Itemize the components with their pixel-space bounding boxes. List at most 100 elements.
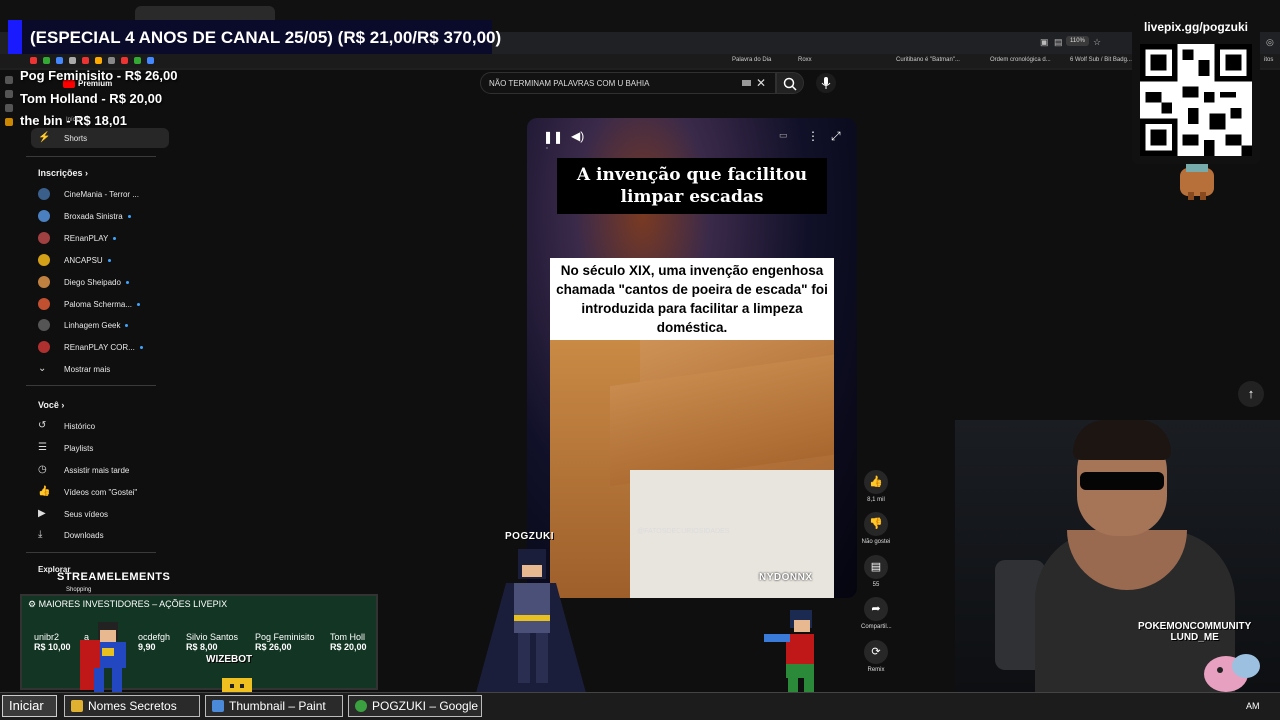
sidebar-item-subscription[interactable]: Linhagem Geek <box>38 317 129 333</box>
profile-icon[interactable]: ◎ <box>1266 37 1276 47</box>
comment-count: 55 <box>872 582 880 588</box>
pause-icon[interactable]: ❚❚ <box>543 130 563 144</box>
sidebar-item-subscription[interactable]: Broxada Sinistra <box>38 208 131 224</box>
bookmark-star-icon[interactable]: ☆ <box>1093 37 1103 47</box>
captions-icon[interactable]: ▭ <box>779 130 788 141</box>
sidebar-item-home[interactable]: Início <box>66 112 80 128</box>
channel-name: Paloma Scherma... <box>64 299 133 309</box>
fullscreen-icon[interactable]: ⤢ <box>831 129 841 144</box>
investor-amount: R$ 8,00 <box>186 642 218 652</box>
streamelements-label: STREAMELEMENTS <box>57 571 171 583</box>
bookmark-icon[interactable] <box>95 57 102 64</box>
sidebar-item-subscription[interactable]: REnanPLAY <box>38 230 117 246</box>
bookmark-icon[interactable] <box>108 57 115 64</box>
divider <box>26 156 156 157</box>
sidebar-item-subscription[interactable]: Diego Sheipado <box>38 274 129 290</box>
extension-icon[interactable]: ▣ <box>1040 37 1050 47</box>
bookmark-icon[interactable] <box>69 57 76 64</box>
investor-entry: Silvio Santos R$ 8,00 <box>186 632 238 652</box>
downloads-label: Downloads <box>64 530 104 540</box>
thumbs-up-icon: 👍 <box>38 486 51 497</box>
bookmark-itos[interactable]: itos <box>1264 57 1273 63</box>
sidebar-item-subscription[interactable]: CineMania - Terror ... <box>38 186 139 202</box>
video-caption-card: No século XIX, uma invenção engenhosa ch… <box>550 258 834 340</box>
bookmark-icon[interactable] <box>56 57 63 64</box>
channel-avatar <box>38 276 50 288</box>
share-label: Compartil... <box>861 624 892 630</box>
search-button[interactable] <box>776 72 804 94</box>
comments-button[interactable]: ▤ 55 <box>861 555 891 588</box>
taskbar-item-label: Nomes Secretos <box>88 699 177 713</box>
sidebar-item-watch-later[interactable]: ◷ Assistir mais tarde <box>38 462 129 478</box>
subscriptions-header[interactable]: Inscrições › <box>38 168 88 178</box>
taskbar-item-nomes-secretos[interactable]: Nomes Secretos <box>64 695 200 717</box>
video-icon: ▶ <box>38 508 46 519</box>
liked-label: Vídeos com "Gostei" <box>64 487 138 497</box>
sidebar-item-liked[interactable]: 👍 Vídeos com "Gostei" <box>38 484 137 500</box>
microphone-icon <box>821 77 831 89</box>
donor-line: Pog Feminisito - R$ 26,00 <box>20 68 178 83</box>
chevron-right-icon: › <box>61 400 65 410</box>
bookmark-wolf-sub[interactable]: 6 Wolf Sub / Bit Badg... <box>1070 57 1132 63</box>
taskbar-item-chrome[interactable]: POGZUKI – Google <box>348 695 482 717</box>
taskbar-clock: AM <box>1246 701 1260 711</box>
sidebar-item-playlists[interactable]: ☰ Playlists <box>38 440 93 456</box>
your-videos-label: Seus vídeos <box>64 509 109 519</box>
bookmark-icon[interactable] <box>30 57 37 64</box>
bookmark-palavra-do-dia[interactable]: Palavra do Dia <box>732 57 771 63</box>
new-content-dot <box>125 323 129 327</box>
qr-code-icon <box>1140 44 1252 156</box>
voice-search-button[interactable] <box>816 73 836 93</box>
clear-search-icon[interactable]: ✕ <box>756 76 766 90</box>
sidebar-item-history[interactable]: ↺ Histórico <box>38 418 95 434</box>
channel-name: REnanPLAY COR... <box>64 342 135 352</box>
tab-favicon[interactable] <box>5 76 13 84</box>
channel-avatar <box>38 188 50 200</box>
bookmark-icon[interactable] <box>43 57 50 64</box>
share-button[interactable]: ➦ Compartil... <box>861 597 892 630</box>
remix-button[interactable]: ⟳ Remix <box>861 640 891 673</box>
bookmark-ordem[interactable]: Ordem cronológica d... <box>990 57 1051 63</box>
previous-short-button[interactable]: ↑ <box>1238 381 1264 407</box>
watch-later-label: Assistir mais tarde <box>64 465 130 475</box>
arrow-up-icon: ↑ <box>1247 386 1255 401</box>
bookmark-roxx[interactable]: Roxx <box>798 57 812 63</box>
more-options-icon[interactable]: ⋮ <box>807 129 819 143</box>
livepix-url: livepix.gg/pogzuki <box>1143 20 1248 34</box>
like-count: 8,1 mil <box>867 497 885 503</box>
sidebar-item-your-videos[interactable]: ▶ Seus vídeos <box>38 506 108 522</box>
tab-favicon[interactable] <box>5 118 13 126</box>
batman-sprite <box>476 549 586 693</box>
you-header[interactable]: Você › <box>38 400 64 410</box>
taskbar-item-paint[interactable]: Thumbnail – Paint <box>205 695 343 717</box>
new-content-dot <box>125 280 129 284</box>
bookmark-icon[interactable] <box>147 57 154 64</box>
dislike-button[interactable]: 👎 Não gostei <box>861 512 891 545</box>
short-video-player[interactable]: ❚❚ ◀) ▭ ⋮ ⤢ A invenção que facilitou lim… <box>527 118 857 598</box>
bookmark-curitibano[interactable]: Curitibano é "Batman"... <box>896 57 960 63</box>
bookmark-icon[interactable] <box>134 57 141 64</box>
sidebar-item-downloads[interactable]: ⤓ Downloads <box>38 527 104 543</box>
download-icon: ⤓ <box>38 529 43 540</box>
thumbs-down-icon: 👎 <box>864 512 888 536</box>
volume-icon[interactable]: ◀) <box>571 129 584 143</box>
you-label: Você <box>38 400 59 410</box>
donation-goal-banner: (ESPECIAL 4 ANOS DE CANAL 25/05) (R$ 21,… <box>22 20 501 54</box>
new-content-dot <box>137 302 141 306</box>
investor-name: Pog Feminisito <box>255 632 315 642</box>
left-favicon-strip <box>0 70 20 160</box>
bookmark-icon[interactable] <box>82 57 89 64</box>
zoom-indicator[interactable]: 110% <box>1066 36 1089 46</box>
search-input[interactable]: NÃO TERMINAM PALAVRAS COM U BAHIA <box>480 72 776 94</box>
show-more-button[interactable]: ⌄ Mostrar mais <box>38 361 110 377</box>
keyboard-icon[interactable] <box>742 80 751 86</box>
tab-favicon[interactable] <box>5 90 13 98</box>
like-button[interactable]: 👍 8,1 mil <box>861 470 891 503</box>
sidebar-item-subscription[interactable]: REnanPLAY COR... <box>38 339 143 355</box>
tab-favicon[interactable] <box>5 104 13 112</box>
start-button[interactable]: Iniciar <box>2 695 57 717</box>
translate-icon[interactable]: ▤ <box>1054 37 1064 47</box>
bookmark-icon[interactable] <box>121 57 128 64</box>
sidebar-item-subscription[interactable]: ANCAPSU <box>38 252 111 268</box>
sidebar-item-subscription[interactable]: Paloma Scherma... <box>38 296 141 312</box>
